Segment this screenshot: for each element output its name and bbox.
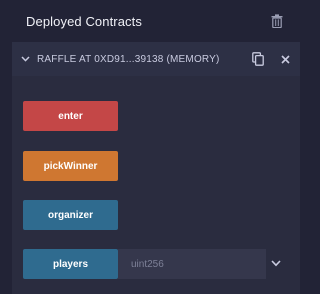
deployed-contracts-header: Deployed Contracts <box>0 0 300 42</box>
contract-instance-name[interactable]: RAFFLE AT 0XD91...39138 (MEMORY) <box>37 54 250 65</box>
contract-instance-panel: RAFFLE AT 0XD91...39138 (MEMORY) enter p… <box>12 42 300 294</box>
organizer-button[interactable]: organizer <box>23 200 118 230</box>
players-index-input[interactable]: uint256 <box>118 249 266 279</box>
players-button[interactable]: players <box>23 249 118 279</box>
deployed-contracts-pane: Deployed Contracts RAFFLE AT 0XD91...391… <box>0 0 300 294</box>
deployed-contracts-title: Deployed Contracts <box>26 13 142 29</box>
enter-button[interactable]: enter <box>23 101 118 131</box>
contract-instance-header: RAFFLE AT 0XD91...39138 (MEMORY) <box>12 42 300 76</box>
chevron-down-icon[interactable] <box>269 256 283 270</box>
copy-icon[interactable] <box>250 50 266 68</box>
chevron-down-icon[interactable] <box>20 54 30 64</box>
pick-winner-button[interactable]: pickWinner <box>23 151 118 181</box>
close-icon[interactable] <box>280 54 290 64</box>
trash-icon[interactable] <box>269 12 285 30</box>
